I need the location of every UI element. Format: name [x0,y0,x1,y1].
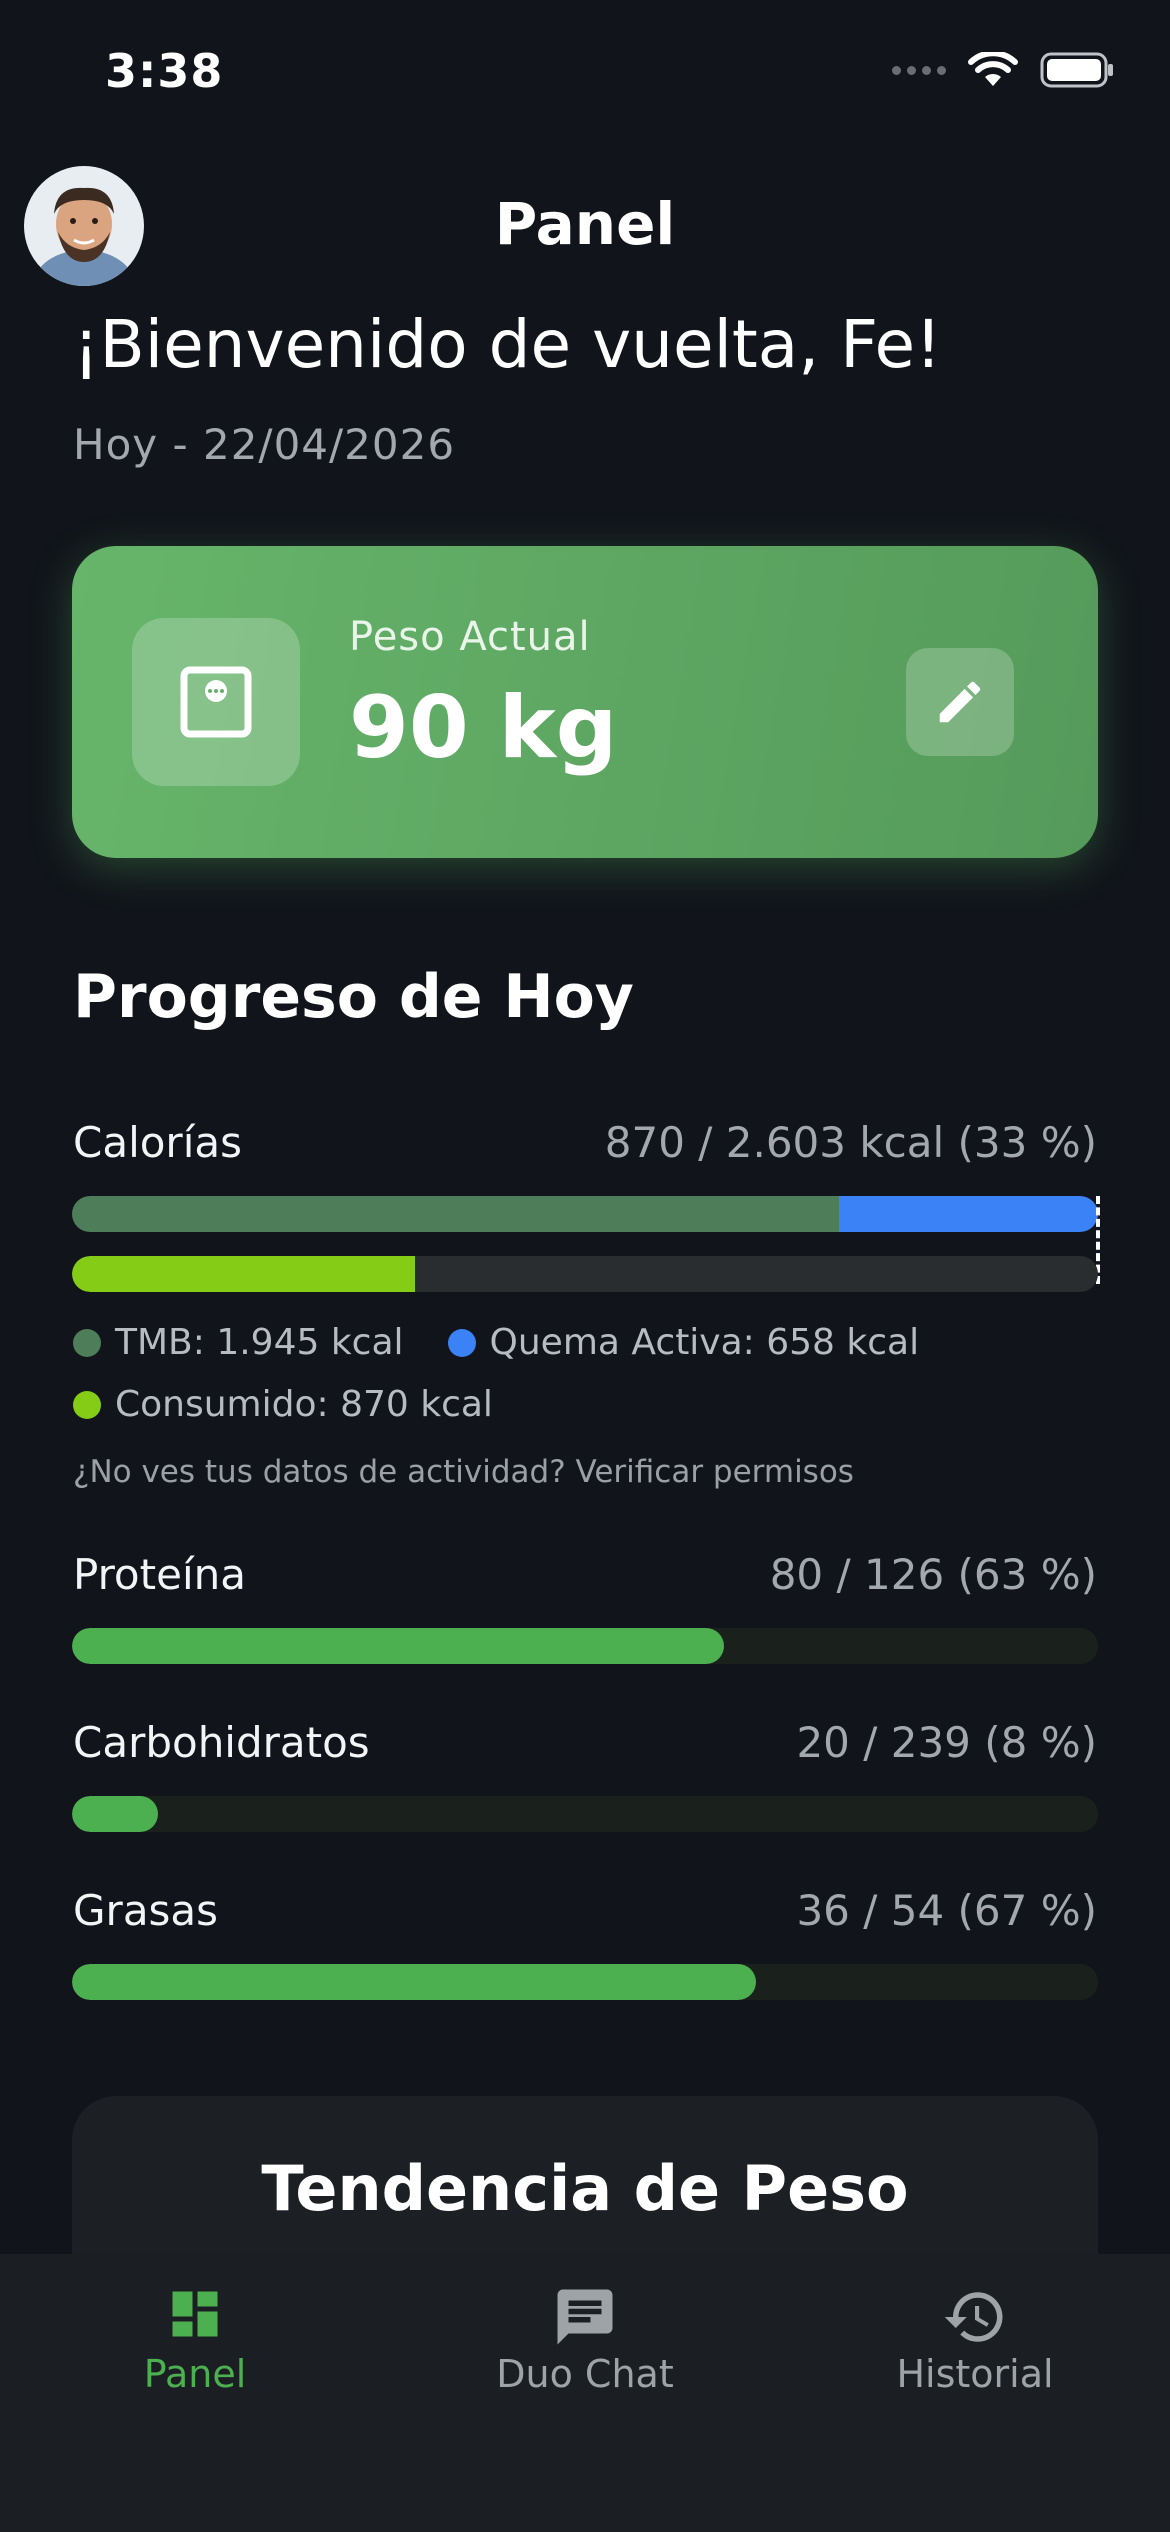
verify-permissions-link[interactable]: ¿No ves tus datos de actividad? Verifica… [73,1454,854,1490]
progress-section-title: Progreso de Hoy [73,962,634,1032]
battery-icon [1040,52,1113,88]
scale-icon [180,666,252,738]
current-weight-label: Peso Actual [349,614,591,660]
calories-consumed-bar [72,1256,1098,1292]
cellular-signal-icon [892,65,946,75]
current-weight-card[interactable]: Peso Actual 90 kg [72,546,1098,858]
active-burn-segment [839,1196,1098,1232]
bmr-dot [73,1328,101,1357]
calories-legend-row-1: TMB: 1.945 kcal Quema Activa: 658 kcal [73,1322,919,1363]
wifi-icon [968,52,1018,86]
carbs-label: Carbohidratos [73,1718,370,1767]
history-icon [944,2292,1003,2342]
tab-historial[interactable]: Historial [780,2254,1170,2434]
calories-value: 870 / 2.603 kcal (33 %) [604,1118,1097,1167]
legend-bmr-label: TMB: 1.945 kcal [115,1322,404,1363]
carbs-value: 20 / 239 (8 %) [796,1718,1097,1767]
protein-progress-bar [72,1628,1098,1664]
fat-progress-bar [72,1964,1098,2000]
fat-value: 36 / 54 (67 %) [796,1886,1097,1935]
pencil-icon [939,681,981,723]
current-weight-value: 90 kg [349,678,618,778]
carbs-progress-fill [72,1796,159,1832]
scale-icon-container [132,618,300,786]
page-title: Panel [494,190,676,258]
chat-icon [557,2289,613,2345]
legend-consumed-label: Consumido: 870 kcal [115,1384,493,1425]
current-date: Hoy - 22/04/2026 [73,420,456,469]
edit-weight-button[interactable] [906,648,1014,756]
status-icons [892,52,1114,88]
welcome-heading: ¡Bienvenido de vuelta, Fe! [73,306,942,383]
calories-label: Calorías [73,1118,242,1167]
calories-legend-row-2: Consumido: 870 kcal [73,1384,493,1425]
tab-panel[interactable]: Panel [0,2254,390,2434]
tab-duo-chat[interactable]: Duo Chat [390,2254,780,2434]
legend-consumed: Consumido: 870 kcal [73,1384,493,1425]
weight-trend-title: Tendencia de Peso [261,2152,909,2225]
status-time: 3:38 [105,44,224,98]
protein-value: 80 / 126 (63 %) [769,1550,1097,1599]
legend-bmr: TMB: 1.945 kcal [73,1322,404,1363]
active-burn-dot [447,1328,476,1357]
tab-duo-chat-label: Duo Chat [496,2352,674,2396]
consumed-segment [72,1256,415,1292]
legend-active: Quema Activa: 658 kcal [447,1322,920,1363]
consumed-dot [73,1390,101,1419]
carbs-progress-bar [72,1796,1098,1832]
calories-budget-bar [72,1196,1098,1232]
legend-active-label: Quema Activa: 658 kcal [489,1322,920,1363]
bottom-tab-bar: Panel Duo Chat Historial [0,2254,1170,2532]
tab-historial-label: Historial [896,2352,1054,2396]
tab-panel-label: Panel [143,2352,247,2396]
dashboard-icon [172,2291,218,2337]
protein-label: Proteína [73,1550,246,1599]
bmr-segment [72,1196,840,1232]
fat-label: Grasas [73,1886,219,1935]
protein-progress-fill [72,1628,724,1664]
fat-progress-fill [72,1964,757,2000]
